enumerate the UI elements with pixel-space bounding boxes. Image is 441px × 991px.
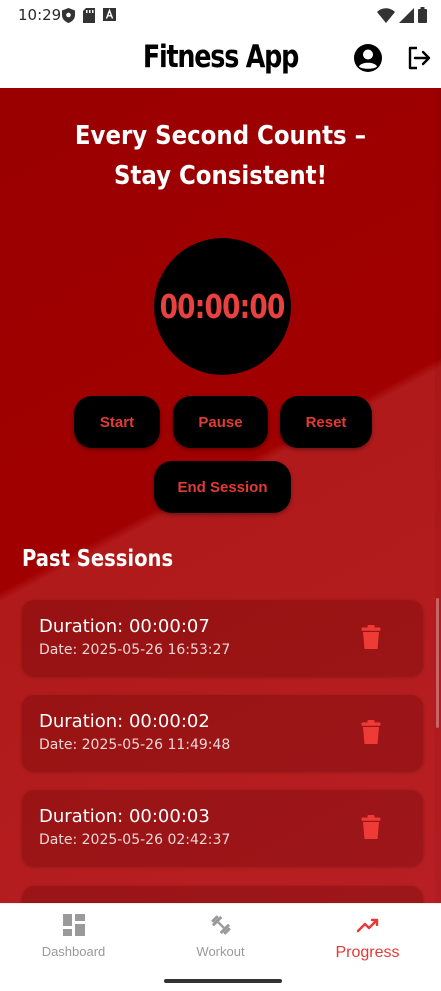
headline: Every Second Counts – Stay Consistent!: [74, 121, 367, 191]
delete-icon[interactable]: [361, 815, 381, 839]
account-icon[interactable]: [353, 43, 383, 73]
battery-icon: [418, 7, 427, 23]
session-card-partial: [22, 886, 423, 903]
nav-item-workout[interactable]: Workout: [147, 912, 294, 959]
logout-icon[interactable]: [405, 44, 433, 72]
nav-item-progress[interactable]: Progress: [294, 912, 441, 962]
scrollbar[interactable]: [436, 598, 439, 728]
shield-icon: [62, 8, 75, 23]
font-icon: [103, 8, 116, 21]
nav-label: Workout: [196, 944, 245, 959]
session-date: Date: 2025-05-26 16:53:27: [39, 642, 231, 658]
bottom-navigation: Dashboard Workout Progress: [0, 903, 441, 991]
session-duration: Duration: 00:00:03: [39, 806, 210, 827]
session-card: Duration: 00:00:07 Date: 2025-05-26 16:5…: [22, 600, 423, 676]
reset-button[interactable]: Reset: [280, 396, 372, 448]
status-notification-icons: [62, 8, 116, 23]
past-sessions-title: Past Sessions: [22, 546, 174, 572]
delete-icon[interactable]: [361, 720, 381, 744]
timer-display: 00:00:00: [154, 238, 291, 375]
nav-label: Progress: [335, 944, 400, 961]
status-system-icons: [377, 7, 427, 23]
status-time: 10:29: [18, 6, 62, 24]
session-card: Duration: 00:00:02 Date: 2025-05-26 11:4…: [22, 695, 423, 771]
session-card: Duration: 00:00:03 Date: 2025-05-26 02:4…: [22, 790, 423, 866]
end-session-button[interactable]: End Session: [154, 461, 291, 513]
delete-icon[interactable]: [361, 625, 381, 649]
signal-icon: [399, 7, 414, 23]
session-duration: Duration: 00:00:02: [39, 711, 210, 732]
nav-item-dashboard[interactable]: Dashboard: [0, 912, 147, 959]
timer-screen: Every Second Counts – Stay Consistent! 0…: [0, 88, 441, 903]
home-indicator[interactable]: [164, 979, 282, 983]
session-date: Date: 2025-05-26 02:42:37: [39, 832, 231, 848]
dashboard-icon: [62, 914, 85, 936]
dumbbell-icon: [211, 915, 230, 935]
session-date: Date: 2025-05-26 11:49:48: [39, 737, 231, 753]
sd-card-icon: [83, 8, 95, 23]
trending-up-icon: [356, 918, 378, 933]
app-bar: Fitness App: [0, 30, 441, 88]
status-bar: 10:29: [0, 0, 441, 30]
app-title: Fitness App: [142, 39, 299, 75]
session-duration: Duration: 00:00:07: [39, 616, 210, 637]
wifi-icon: [377, 7, 395, 23]
timer-value: 00:00:00: [160, 287, 286, 326]
pause-button[interactable]: Pause: [173, 396, 268, 448]
start-button[interactable]: Start: [74, 396, 160, 448]
nav-label: Dashboard: [41, 944, 106, 959]
